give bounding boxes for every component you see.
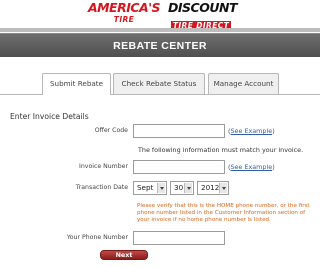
see-example-invoice-number: (See Example) (228, 163, 275, 171)
invoice-match-note: The following information must match you… (138, 146, 304, 154)
invoice-number-label: Invoice Number (79, 163, 128, 170)
next-button[interactable]: Next (100, 250, 148, 260)
tab-check-rebate-status[interactable]: Check Rebate Status (113, 73, 205, 94)
discount-tire-logo-main: DISCOUNT (168, 0, 237, 15)
brand-logos: AMERICA'S TIRE DISCOUNT TIRE DIRECT (0, 0, 320, 31)
see-example-close-paren: ) (272, 127, 275, 135)
section-title: Enter Invoice Details (10, 112, 89, 121)
americas-tire-logo[interactable]: AMERICA'S TIRE (86, 0, 162, 24)
invoice-number-input[interactable] (133, 160, 225, 174)
chevron-down-icon (157, 183, 165, 193)
discount-tire-direct-logo[interactable]: DISCOUNT TIRE DIRECT (168, 0, 237, 31)
chevron-down-icon (184, 183, 192, 193)
header-divider (0, 28, 320, 32)
offer-code-label: Offer Code (94, 127, 128, 134)
americas-tire-logo-main: AMERICA'S (87, 0, 161, 15)
phone-number-label: Your Phone Number (66, 234, 128, 241)
tab-manage-account[interactable]: Manage Account (208, 73, 279, 94)
phone-number-warning: Please verify that this is the HOME phon… (137, 203, 310, 223)
see-example-link[interactable]: See Example (231, 127, 273, 135)
day-select[interactable]: 30 (170, 181, 194, 195)
month-value: Sept (137, 183, 154, 192)
transaction-date-label: Transaction Date (75, 184, 128, 191)
rebate-center-banner: REBATE CENTER (0, 33, 320, 57)
offer-code-input[interactable] (133, 124, 225, 138)
phone-number-input[interactable] (133, 231, 225, 245)
day-value: 30 (174, 183, 184, 192)
see-example-offer-code: (See Example) (228, 127, 275, 135)
month-select[interactable]: Sept (133, 181, 167, 195)
tab-submit-rebate[interactable]: Submit Rebate (42, 73, 111, 95)
year-value: 2012 (201, 183, 220, 192)
year-select[interactable]: 2012 (197, 181, 229, 195)
see-example-close-paren: ) (272, 163, 275, 171)
page-title: REBATE CENTER (113, 40, 207, 52)
americas-tire-logo-sub: TIRE (113, 14, 135, 24)
see-example-link[interactable]: See Example (231, 163, 273, 171)
chevron-down-icon (219, 183, 227, 193)
